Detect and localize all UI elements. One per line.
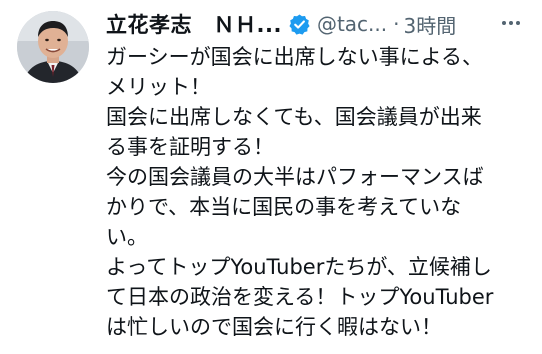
tweet-header: 立花孝志 ＮＨ... @tac... · 3時間 — [106, 6, 526, 42]
separator-dot: · — [393, 12, 400, 36]
tweet-text-line: は忙しいので国会に行く暇はない！ — [106, 315, 442, 339]
tweet-text-line: よってトップYouTuberたちが、立候補し — [106, 255, 492, 279]
tweet-text-line: て日本の政治を変える！トップYouTuber — [106, 285, 494, 309]
author-handle[interactable]: @tac... — [317, 12, 387, 36]
tweet-text-line: メリット！ — [106, 75, 211, 99]
tweet-text-line: る事を証明する！ — [106, 135, 274, 159]
tweet-text: ガーシーが国会に出席しない事による、 メリット！ 国会に出席しなくても、国会議員… — [106, 42, 526, 342]
tweet-text-line: かりで、本当に国民の事を考えていな — [106, 195, 462, 219]
verified-badge-icon — [288, 13, 311, 36]
more-options-icon[interactable] — [498, 10, 524, 36]
author-name[interactable]: 立花孝志 ＮＨ... — [106, 9, 282, 39]
tweet-timestamp[interactable]: 3時間 — [403, 10, 456, 39]
tweet[interactable]: 立花孝志 ＮＨ... @tac... · 3時間 ガーシーが国会に出席しない事に… — [0, 0, 542, 354]
tweet-text-line: 国会に出席しなくても、国会議員が出来 — [106, 105, 482, 129]
tweet-text-line: 今の国会議員の大半はパフォーマンスば — [106, 165, 484, 189]
tweet-text-line: い。 — [106, 225, 148, 249]
tweet-text-line: ガーシーが国会に出席しない事による、 — [106, 45, 483, 69]
avatar[interactable] — [17, 11, 89, 83]
